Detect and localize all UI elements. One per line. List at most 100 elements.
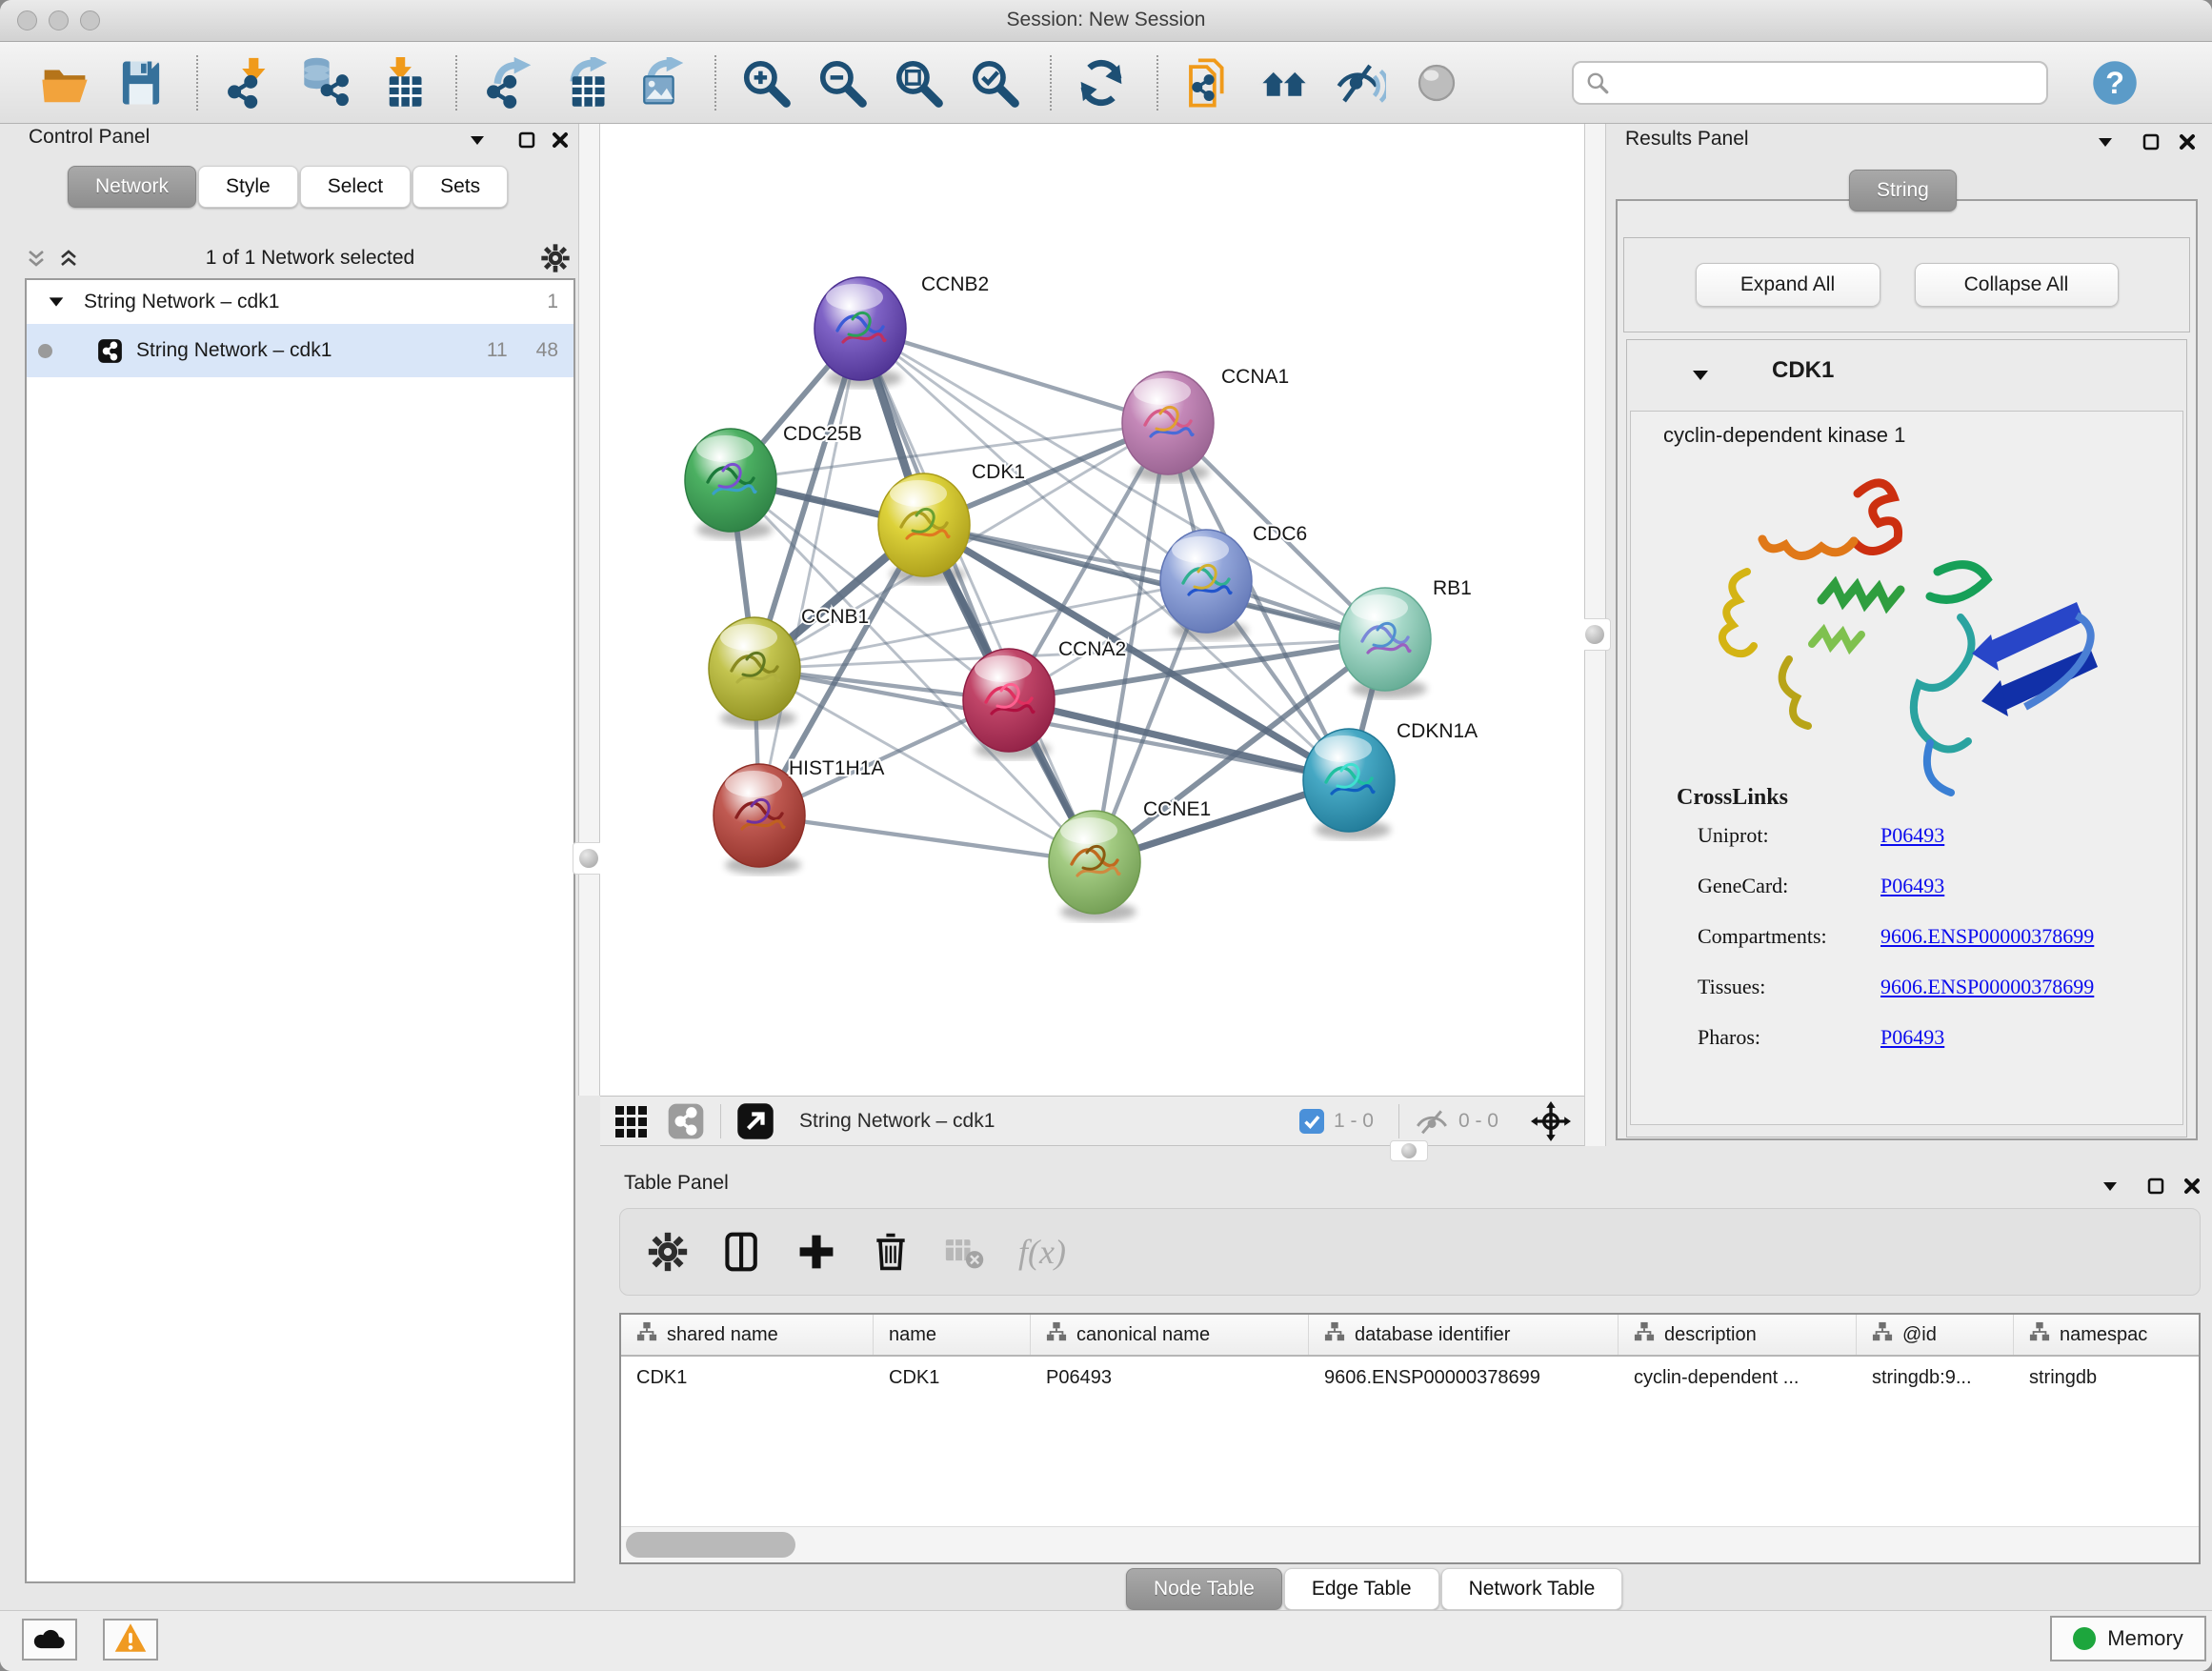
table-close-icon[interactable] <box>2180 1174 2204 1198</box>
column-label: description <box>1664 1324 1757 1346</box>
export-image-icon[interactable] <box>631 54 688 111</box>
crosslink-link[interactable]: 9606.ENSP00000378699 <box>1880 975 2094 999</box>
tab-style[interactable]: Style <box>198 166 298 208</box>
column-label: name <box>889 1324 936 1346</box>
node-label-rb1: RB1 <box>1433 577 1472 599</box>
gear-icon[interactable] <box>539 242 572 274</box>
table-toolbar: f(x) <box>619 1208 2201 1296</box>
string-network-icon <box>96 337 123 364</box>
left-splitter[interactable] <box>578 124 600 1096</box>
expand-all-button[interactable]: Expand All <box>1696 263 1880 307</box>
crosslink-link[interactable]: 9606.ENSP00000378699 <box>1880 924 2094 949</box>
column-header[interactable]: @id <box>1857 1315 2014 1355</box>
edge-count: 48 <box>536 339 558 362</box>
network-tree-root[interactable]: String Network – cdk1 1 <box>27 280 573 324</box>
tree-expander-icon[interactable] <box>46 290 67 314</box>
cloud-button[interactable] <box>22 1619 77 1661</box>
main-toolbar: ? <box>0 42 2212 124</box>
control-panel: Control Panel NetworkStyleSelectSets 1 o… <box>14 124 578 1587</box>
collapse-all-icon[interactable] <box>24 246 49 271</box>
table-hscrollbar[interactable] <box>621 1526 2199 1562</box>
tab-sets[interactable]: Sets <box>412 166 508 208</box>
open-external-icon[interactable] <box>736 1102 774 1140</box>
table-menu-icon[interactable] <box>2098 1174 2122 1198</box>
crosslink-row: GeneCard:P06493 <box>1698 874 2155 898</box>
column-type-icon <box>636 1321 657 1348</box>
column-header[interactable]: canonical name <box>1031 1315 1309 1355</box>
column-header[interactable]: shared name <box>621 1315 874 1355</box>
collapse-all-button[interactable]: Collapse All <box>1915 263 2119 307</box>
fit-content-crosshair-icon[interactable] <box>1531 1101 1571 1141</box>
delete-column-icon[interactable] <box>870 1231 912 1273</box>
export-network-icon[interactable] <box>478 54 535 111</box>
tab-network[interactable]: Network <box>68 166 196 208</box>
save-session-icon[interactable] <box>112 54 170 111</box>
control-panel-title: Control Panel <box>29 126 150 149</box>
warnings-button[interactable] <box>103 1619 158 1661</box>
show-columns-icon[interactable] <box>721 1231 763 1273</box>
expand-all-icon[interactable] <box>56 246 81 271</box>
share-network-icon[interactable] <box>667 1102 705 1140</box>
copy-share-icon[interactable] <box>1179 54 1237 111</box>
column-header[interactable]: database identifier <box>1309 1315 1619 1355</box>
gene-expander-icon[interactable] <box>1688 363 1713 388</box>
table-float-icon[interactable] <box>2143 1174 2168 1198</box>
network-node-hist1h1a[interactable]: HIST1H1A <box>714 757 884 867</box>
zoom-fit-icon[interactable] <box>890 54 947 111</box>
network-node-rb1[interactable]: RB1 <box>1339 577 1472 691</box>
help-icon[interactable]: ? <box>2090 58 2140 108</box>
tab-network-table[interactable]: Network Table <box>1441 1568 1623 1610</box>
search-box[interactable] <box>1572 61 2048 105</box>
import-table-icon[interactable] <box>372 54 429 111</box>
search-input[interactable] <box>1610 65 2046 101</box>
hide-elements-icon[interactable] <box>1332 54 1389 111</box>
network-tree-row[interactable]: String Network – cdk1 11 48 <box>27 324 573 377</box>
results-menu-icon[interactable] <box>2093 130 2118 154</box>
column-header[interactable]: namespac <box>2014 1315 2201 1355</box>
export-table-icon[interactable] <box>554 54 612 111</box>
results-close-icon[interactable] <box>2175 130 2200 154</box>
results-float-icon[interactable] <box>2139 130 2163 154</box>
network-canvas[interactable]: CCNB2CCNA1CDC25BCDK1CDC6RB1CCNB1CCNA2CDK… <box>600 124 1584 1096</box>
control-panel-close-icon[interactable] <box>548 128 573 152</box>
zoom-out-icon[interactable] <box>814 54 871 111</box>
refresh-icon[interactable] <box>1073 54 1130 111</box>
cloud-icon <box>31 1622 68 1658</box>
control-panel-float-icon[interactable] <box>514 128 539 152</box>
control-panel-menu-icon[interactable] <box>465 128 490 152</box>
crosslink-link[interactable]: P06493 <box>1880 874 1944 898</box>
add-column-icon[interactable] <box>795 1231 837 1273</box>
network-node-ccnb2[interactable]: CCNB2 <box>814 273 989 380</box>
zoom-selected-icon[interactable] <box>966 54 1023 111</box>
crosslink-label: Tissues: <box>1698 975 1880 999</box>
column-type-icon <box>1324 1321 1345 1348</box>
table-hscrollbar-thumb[interactable] <box>626 1532 795 1558</box>
network-node-cdk1[interactable]: CDK1 <box>878 461 1025 576</box>
zoom-in-icon[interactable] <box>737 54 794 111</box>
tab-edge-table[interactable]: Edge Table <box>1284 1568 1439 1610</box>
tab-string[interactable]: String <box>1849 170 1957 211</box>
open-session-icon[interactable] <box>36 54 93 111</box>
show-preview-icon[interactable] <box>1408 54 1465 111</box>
tab-select[interactable]: Select <box>300 166 411 208</box>
table-gear-icon[interactable] <box>647 1231 689 1273</box>
bottom-splitter-grip[interactable] <box>1390 1140 1428 1161</box>
column-header[interactable]: name <box>874 1315 1031 1355</box>
network-node-cdkn1a[interactable]: CDKN1A <box>1303 720 1478 832</box>
memory-button[interactable]: Memory <box>2050 1616 2206 1661</box>
column-header[interactable]: description <box>1619 1315 1857 1355</box>
home-pages-icon[interactable] <box>1256 54 1313 111</box>
import-database-icon[interactable] <box>295 54 352 111</box>
crosslink-label: Compartments: <box>1698 924 1880 949</box>
import-network-icon[interactable] <box>219 54 276 111</box>
node-table[interactable]: shared name name canonical namedatabase id… <box>619 1313 2201 1564</box>
selected-count: 1 - 0 <box>1334 1110 1374 1133</box>
tab-node-table[interactable]: Node Table <box>1126 1568 1282 1610</box>
hidden-eye-icon[interactable] <box>1415 1107 1449 1136</box>
table-tabs: Node TableEdge TableNetwork Table <box>1126 1568 1624 1610</box>
table-row[interactable]: CDK1CDK1P064939606.ENSP00000378699cyclin… <box>621 1357 2199 1399</box>
birdseye-icon[interactable] <box>613 1102 652 1140</box>
selected-checkbox-icon[interactable] <box>1299 1109 1324 1134</box>
crosslink-link[interactable]: P06493 <box>1880 823 1944 848</box>
crosslink-link[interactable]: P06493 <box>1880 1025 1944 1050</box>
